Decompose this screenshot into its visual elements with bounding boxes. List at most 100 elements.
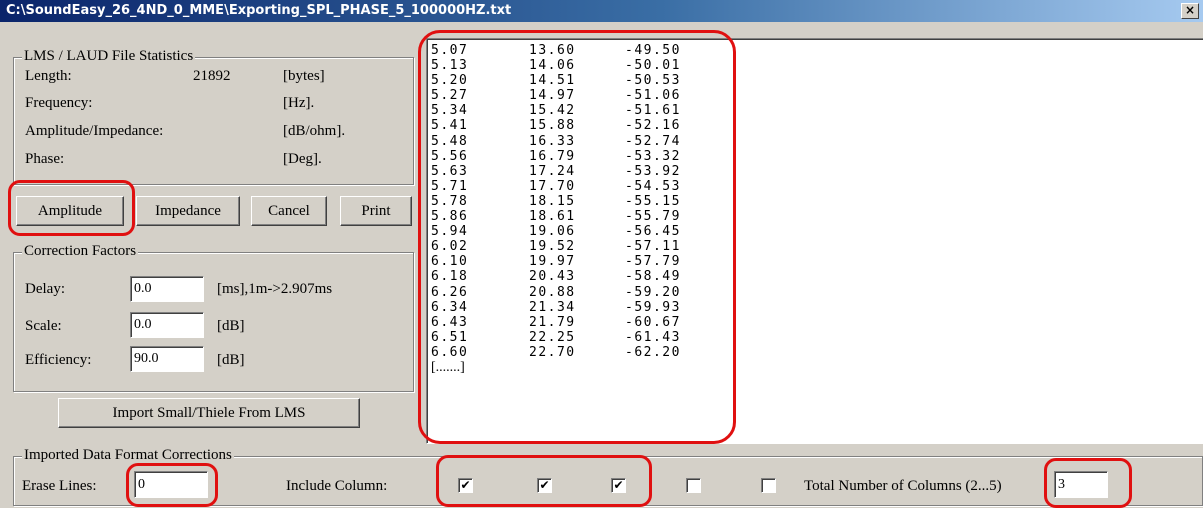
data-cell: -55.15 — [625, 193, 681, 209]
frequency-unit: [Hz]. — [283, 95, 315, 111]
data-cell: 15.88 — [529, 118, 576, 134]
correction-factors-legend: Correction Factors — [22, 243, 139, 260]
data-row: 5.41 15.88 -52.16 — [431, 118, 705, 133]
data-cell: 6.60 — [431, 344, 469, 360]
data-cell: -57.79 — [625, 254, 681, 270]
data-row: 5.63 17.24 -53.92 — [431, 164, 705, 179]
data-cell: 14.51 — [529, 73, 576, 89]
delay-unit: [ms],1m->2.907ms — [217, 281, 333, 297]
data-cell: -57.11 — [625, 239, 681, 255]
data-row: 6.26 20.88 -59.20 — [431, 285, 705, 300]
data-cell: -51.61 — [625, 103, 681, 119]
include-column-checkbox-3[interactable]: ✔ — [611, 478, 626, 493]
data-cell: 6.34 — [431, 299, 469, 315]
data-row: 5.56 16.79 -53.32 — [431, 149, 705, 164]
phase-unit: [Deg]. — [283, 151, 322, 167]
data-cell: 6.02 — [431, 239, 469, 255]
data-cell: 5.48 — [431, 133, 469, 149]
delay-label: Delay: — [25, 281, 65, 297]
data-row: 5.94 19.06 -56.45 — [431, 224, 705, 239]
data-cell: -51.06 — [625, 88, 681, 104]
data-preview-area[interactable]: 5.07 13.60 -49.50 5.13 14.06 -50.01 5.20 14.51 -… — [426, 38, 1203, 444]
data-ellipsis: [.......] — [431, 359, 465, 375]
erase-lines-input[interactable] — [134, 471, 208, 498]
file-statistics-legend: LMS / LAUD File Statistics — [22, 48, 196, 65]
data-cell: 14.97 — [529, 88, 576, 104]
include-column-checkbox-1[interactable]: ✔ — [458, 478, 473, 493]
data-cell: 5.34 — [431, 103, 469, 119]
close-button[interactable]: × — [1181, 3, 1199, 19]
data-cell: 5.07 — [431, 43, 469, 58]
total-columns-input[interactable] — [1054, 471, 1108, 498]
data-cell: 6.51 — [431, 329, 469, 345]
data-cell: 17.24 — [529, 163, 576, 179]
data-cell: -50.01 — [625, 58, 681, 74]
include-column-checkbox-2[interactable]: ✔ — [537, 478, 552, 493]
window-title: C:\SoundEasy_26_4ND_0_MME\Exporting_SPL_… — [6, 3, 512, 18]
data-cell: -56.45 — [625, 224, 681, 240]
data-row: 5.34 15.42 -51.61 — [431, 103, 705, 118]
data-row: 5.07 13.60 -49.50 — [431, 43, 705, 58]
data-cell: 6.10 — [431, 254, 469, 270]
data-row: 5.48 16.33 -52.74 — [431, 134, 705, 149]
data-row: 6.02 19.52 -57.11 — [431, 239, 705, 254]
efficiency-unit: [dB] — [217, 352, 245, 368]
data-cell: -59.20 — [625, 284, 681, 300]
data-cell: 17.70 — [529, 178, 576, 194]
data-cell: 18.61 — [529, 209, 576, 225]
delay-input[interactable] — [130, 276, 204, 302]
data-cell: 5.13 — [431, 58, 469, 74]
data-cell: 19.97 — [529, 254, 576, 270]
data-cell: -61.43 — [625, 329, 681, 345]
data-cell: 5.86 — [431, 209, 469, 225]
include-column-label: Include Column: — [286, 478, 388, 494]
print-button[interactable]: Print — [340, 196, 412, 226]
scale-label: Scale: — [25, 318, 62, 334]
data-row: 5.20 14.51 -50.53 — [431, 73, 705, 88]
data-cell: -52.74 — [625, 133, 681, 149]
data-cell: 22.70 — [529, 344, 576, 360]
include-column-checkbox-5[interactable] — [761, 478, 776, 493]
correction-factors-group: Correction Factors — [13, 243, 414, 392]
erase-lines-label: Erase Lines: — [22, 478, 97, 494]
amplitude-impedance-label: Amplitude/Impedance: — [25, 123, 164, 139]
data-cell: 6.18 — [431, 269, 469, 285]
data-row: 5.86 18.61 -55.79 — [431, 209, 705, 224]
cancel-button[interactable]: Cancel — [251, 196, 327, 226]
efficiency-label: Efficiency: — [25, 352, 92, 368]
phase-label: Phase: — [25, 151, 65, 167]
data-cell: 6.43 — [431, 314, 469, 330]
data-row: 5.71 17.70 -54.53 — [431, 179, 705, 194]
data-row: 6.18 20.43 -58.49 — [431, 269, 705, 284]
data-cell: -53.32 — [625, 148, 681, 164]
length-unit: [bytes] — [283, 68, 325, 84]
format-corrections-legend: Imported Data Format Corrections — [22, 447, 234, 464]
data-cell: 20.43 — [529, 269, 576, 285]
amplitude-button[interactable]: Amplitude — [16, 196, 124, 226]
data-cell: 6.26 — [431, 284, 469, 300]
data-cell: 5.71 — [431, 178, 469, 194]
include-column-checkbox-4[interactable] — [686, 478, 701, 493]
data-cell: 5.56 — [431, 148, 469, 164]
data-row: 6.10 19.97 -57.79 — [431, 254, 705, 269]
data-cell: 5.20 — [431, 73, 469, 89]
data-cell: 20.88 — [529, 284, 576, 300]
data-row: 6.60 22.70 -62.20 — [431, 345, 705, 360]
length-label: Length: — [25, 68, 72, 84]
data-cell: 21.79 — [529, 314, 576, 330]
amplitude-impedance-unit: [dB/ohm]. — [283, 123, 346, 139]
data-row: 6.43 21.79 -60.67 — [431, 315, 705, 330]
data-cell: -54.53 — [625, 178, 681, 194]
data-cell: -53.92 — [625, 163, 681, 179]
data-cell: 19.06 — [529, 224, 576, 240]
data-cell: 18.15 — [529, 193, 576, 209]
data-rows: 5.07 13.60 -49.50 5.13 14.06 -50.01 5.20 14.51 -… — [431, 43, 705, 375]
data-cell: 13.60 — [529, 43, 576, 58]
data-cell: -62.20 — [625, 344, 681, 360]
scale-input[interactable] — [130, 312, 204, 338]
import-small-thiele-button[interactable]: Import Small/Thiele From LMS — [58, 398, 360, 428]
data-cell: -49.50 — [625, 43, 681, 58]
efficiency-input[interactable] — [130, 346, 204, 372]
scale-unit: [dB] — [217, 318, 245, 334]
impedance-button[interactable]: Impedance — [136, 196, 240, 226]
